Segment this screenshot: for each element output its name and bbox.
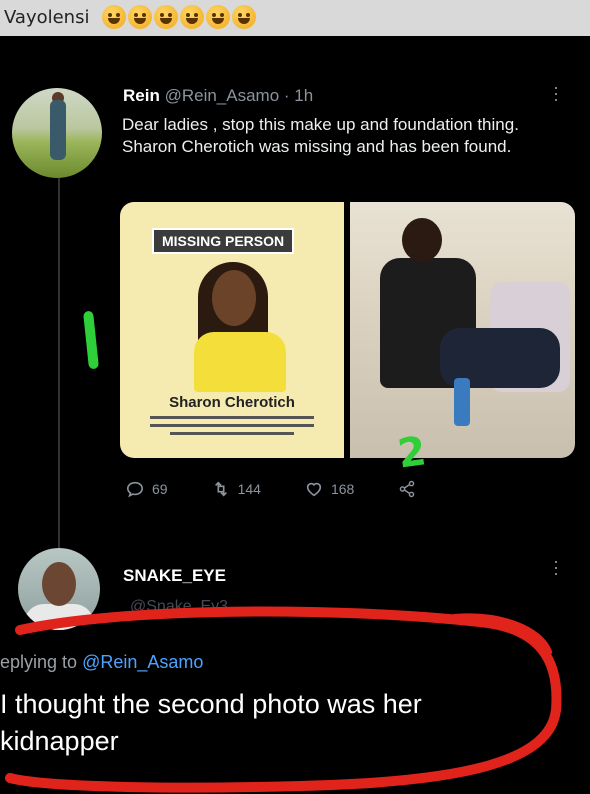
grinning-face-icon (102, 5, 126, 29)
woman-portrait (190, 262, 290, 392)
fine-print (170, 432, 294, 435)
grinning-face-icon (154, 5, 178, 29)
seated-person (380, 218, 560, 448)
missing-person-caption: Sharon Cherotich (169, 394, 295, 411)
top-bar: Vayolensi (0, 0, 590, 36)
poster-name[interactable]: Vayolensi (4, 7, 89, 28)
reply-author-name[interactable]: SNAKE_EYE (123, 566, 226, 586)
red-marker-circle (5, 606, 562, 793)
more-options-icon[interactable]: · · · (553, 78, 559, 108)
tweet-time: · 1h (283, 86, 314, 105)
tweet-header: Rein @Rein_Asamo · 1h (123, 86, 313, 106)
tweet-media[interactable]: MISSING PERSON Sharon Cherotich (120, 202, 575, 458)
fine-print (150, 416, 314, 419)
heart-icon (306, 482, 322, 497)
reply-count: 69 (152, 481, 168, 497)
share-icon (400, 480, 415, 498)
tweet-author-avatar[interactable] (12, 88, 102, 178)
retweet-button[interactable]: 144 (212, 480, 261, 498)
fine-print (150, 424, 314, 427)
tweet-author-name[interactable]: Rein (123, 86, 160, 105)
missing-person-tag: MISSING PERSON (152, 228, 295, 254)
tweet-text: Dear ladies , stop this make up and foun… (122, 115, 519, 156)
retweet-icon (214, 481, 227, 497)
grinning-face-icon (232, 5, 256, 29)
found-person-photo[interactable] (350, 202, 575, 458)
grinning-face-icon (180, 5, 204, 29)
thread-line (58, 178, 60, 548)
reply-button[interactable]: 69 (126, 480, 168, 498)
tweet-author-handle[interactable]: @Rein_Asamo (165, 86, 280, 105)
retweet-count: 144 (237, 481, 261, 497)
emoji-row (102, 5, 258, 29)
water-bottle (454, 378, 470, 426)
grinning-face-icon (128, 5, 152, 29)
more-options-icon[interactable]: · · · (553, 552, 559, 582)
grinning-face-icon (206, 5, 230, 29)
share-button[interactable] (398, 480, 416, 498)
annotation-one (82, 310, 100, 370)
like-count: 168 (330, 481, 355, 497)
reply-icon (126, 481, 144, 498)
like-button[interactable]: 168 (305, 480, 354, 498)
missing-person-photo[interactable]: MISSING PERSON Sharon Cherotich (120, 202, 344, 458)
tweet-actions: 69 144 168 (126, 480, 460, 498)
